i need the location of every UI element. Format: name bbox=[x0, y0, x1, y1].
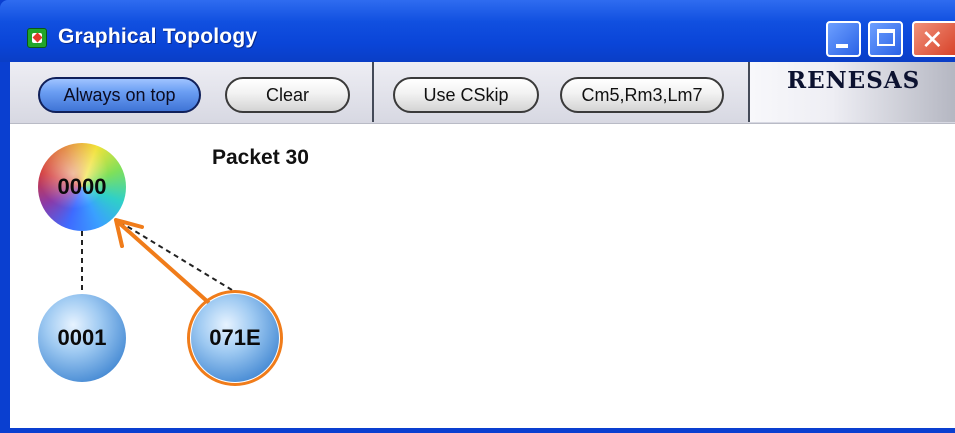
window-bottom-border bbox=[0, 428, 955, 433]
link-0000-071e bbox=[119, 221, 233, 291]
use-cskip-button[interactable]: Use CSkip bbox=[393, 77, 539, 113]
topology-node-0001[interactable]: 0001 bbox=[38, 294, 126, 382]
always-on-top-button[interactable]: Always on top bbox=[38, 77, 201, 113]
clear-button[interactable]: Clear bbox=[225, 77, 350, 113]
link-arrow-071e-0000 bbox=[116, 220, 210, 304]
renesas-logo: RENESAS bbox=[787, 67, 921, 94]
maximize-icon bbox=[877, 29, 895, 46]
close-icon: ✕ bbox=[921, 25, 944, 56]
topology-node-0000[interactable]: 0000 bbox=[38, 143, 126, 231]
packet-label: Packet 30 bbox=[212, 146, 309, 169]
close-button[interactable]: ✕ bbox=[912, 21, 955, 57]
title-bar[interactable]: Graphical Topology ✕ bbox=[0, 0, 955, 62]
topology-links bbox=[81, 218, 233, 304]
window-title: Graphical Topology bbox=[58, 25, 258, 48]
cm5-rm3-lm7-button[interactable]: Cm5,Rm3,Lm7 bbox=[560, 77, 724, 113]
toolbar: Always on top Clear Use CSkip Cm5,Rm3,Lm… bbox=[10, 62, 955, 124]
topology-node-071e[interactable]: 071E bbox=[191, 294, 279, 382]
topology-canvas[interactable]: Packet 30 0000 0001 071E bbox=[10, 124, 955, 428]
minimize-icon bbox=[836, 44, 848, 48]
maximize-button[interactable] bbox=[868, 21, 903, 57]
renesas-logo-panel: RENESAS bbox=[750, 62, 955, 122]
toolbar-separator bbox=[372, 62, 374, 122]
app-icon[interactable] bbox=[27, 28, 47, 48]
minimize-button[interactable] bbox=[826, 21, 861, 57]
graphical-topology-window: Graphical Topology ✕ Always on top Clear… bbox=[0, 0, 955, 433]
